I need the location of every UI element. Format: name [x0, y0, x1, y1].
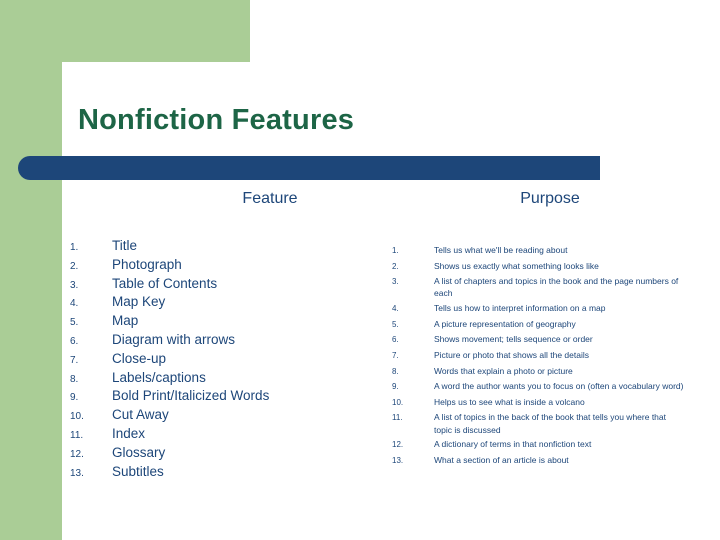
list-item: 8. Words that explain a photo or picture — [392, 365, 692, 378]
list-item: 9. A word the author wants you to focus … — [392, 380, 692, 393]
list-item-number: 6. — [392, 335, 399, 345]
list-item-label: Table of Contents — [112, 275, 218, 291]
list-item-number: 3. — [392, 277, 399, 287]
list-item-label: Photograph — [112, 256, 182, 272]
list-item-label: Words that explain a photo or picture — [434, 365, 573, 376]
list-item-number: 12. — [392, 440, 404, 450]
list-item-label: A list of chapters and topics in the boo… — [434, 276, 679, 299]
list-item-label: Subtitles — [112, 463, 164, 479]
list-item-label: Title — [112, 238, 138, 253]
list-item-number: 8. — [70, 373, 79, 385]
list-item-label: Labels/captions — [112, 369, 206, 385]
list-item-label: A dictionary of terms in that nonfiction… — [434, 439, 592, 450]
list-item-number: 7. — [70, 354, 79, 366]
list-item: 11. A list of topics in the back of the … — [392, 411, 692, 435]
slide-canvas: Nonfiction Features Feature Purpose 1. T… — [0, 0, 720, 540]
list-item-label: Shows us exactly what something looks li… — [434, 260, 599, 271]
list-item-number: 8. — [392, 366, 399, 376]
list-item-label: Diagram with arrows — [112, 331, 236, 347]
list-item: 7. Picture or photo that shows all the d… — [392, 349, 692, 362]
list-item: 11. Index — [70, 426, 370, 445]
list-item-number: 11. — [70, 429, 84, 441]
list-item-number: 5. — [392, 319, 399, 329]
purpose-list: 1. Tells us what we'll be reading about … — [392, 244, 692, 470]
list-item: 5. A picture representation of geography — [392, 318, 692, 331]
list-item-label: Tells us how to interpret information on… — [434, 303, 606, 314]
list-item-number: 1. — [70, 242, 79, 253]
list-item-number: 2. — [70, 260, 79, 272]
list-item-label: Shows movement; tells sequence or order — [434, 334, 593, 345]
list-item: 6. Diagram with arrows — [70, 332, 370, 351]
list-item: 1. Title — [70, 238, 370, 257]
list-item-label: Bold Print/Italicized Words — [112, 388, 270, 404]
list-item: 4. Map Key — [70, 294, 370, 313]
list-item: 9. Bold Print/Italicized Words — [70, 388, 370, 407]
decorative-navy-bar — [18, 156, 600, 180]
list-item: 4. Tells us how to interpret information… — [392, 302, 692, 315]
list-item-number: 10. — [392, 397, 404, 407]
list-item: 8. Labels/captions — [70, 370, 370, 389]
page-title: Nonfiction Features — [78, 104, 355, 136]
column-header-feature: Feature — [242, 190, 298, 207]
list-item-label: Cut Away — [112, 407, 169, 423]
list-item-label: A word the author wants you to focus on … — [434, 381, 684, 392]
list-item-label: Map Key — [112, 294, 166, 310]
list-item: 2. Photograph — [70, 257, 370, 276]
list-item: 5. Map — [70, 313, 370, 332]
list-item-label: Helps us to see what is inside a volcano — [434, 396, 585, 407]
list-item-label: Tells us what we'll be reading about — [434, 245, 568, 255]
list-item-number: 1. — [392, 246, 399, 255]
list-item: 10. Cut Away — [70, 407, 370, 426]
decorative-green-bar-left — [0, 62, 62, 540]
list-item: 7. Close-up — [70, 351, 370, 370]
list-item-number: 7. — [392, 350, 399, 360]
list-item-label: A picture representation of geography — [434, 318, 576, 329]
list-item-number: 9. — [392, 382, 399, 392]
decorative-green-block-top — [0, 0, 250, 62]
list-item-number: 4. — [392, 304, 399, 314]
list-item: 2. Shows us exactly what something looks… — [392, 260, 692, 273]
list-item-number: 3. — [70, 279, 79, 291]
list-item-number: 9. — [70, 392, 79, 404]
list-item: 12. A dictionary of terms in that nonfic… — [392, 438, 692, 451]
list-item-label: Index — [112, 425, 146, 441]
list-item-number: 10. — [70, 411, 84, 423]
list-item-number: 12. — [70, 448, 84, 460]
list-item: 6. Shows movement; tells sequence or ord… — [392, 333, 692, 346]
list-item-number: 13. — [70, 467, 84, 479]
list-item: 3. A list of chapters and topics in the … — [392, 275, 692, 299]
list-item: 13. Subtitles — [70, 464, 370, 483]
list-item-number: 13. — [392, 455, 404, 465]
list-item: 1. Tells us what we'll be reading about — [392, 244, 692, 257]
column-header-purpose: Purpose — [520, 190, 580, 207]
list-item-label: Glossary — [112, 444, 166, 460]
list-item: 13. What a section of an article is abou… — [392, 454, 692, 467]
list-item: 3. Table of Contents — [70, 276, 370, 295]
list-item-label: Close-up — [112, 350, 167, 366]
list-item-label: Map — [112, 313, 139, 329]
list-item-label: Picture or photo that shows all the deta… — [434, 349, 589, 360]
list-item-label: A list of topics in the back of the book… — [434, 412, 666, 435]
list-item-label: What a section of an article is about — [434, 454, 569, 465]
list-item-number: 6. — [70, 335, 79, 347]
list-item-number: 11. — [392, 413, 403, 423]
feature-list: 1. Title 2. Photograph 3. Table of Conte… — [70, 238, 370, 482]
list-item-number: 4. — [70, 298, 79, 310]
list-item: 12. Glossary — [70, 445, 370, 464]
list-item-number: 5. — [70, 317, 79, 329]
list-item-number: 2. — [392, 261, 399, 271]
list-item: 10. Helps us to see what is inside a vol… — [392, 396, 692, 409]
